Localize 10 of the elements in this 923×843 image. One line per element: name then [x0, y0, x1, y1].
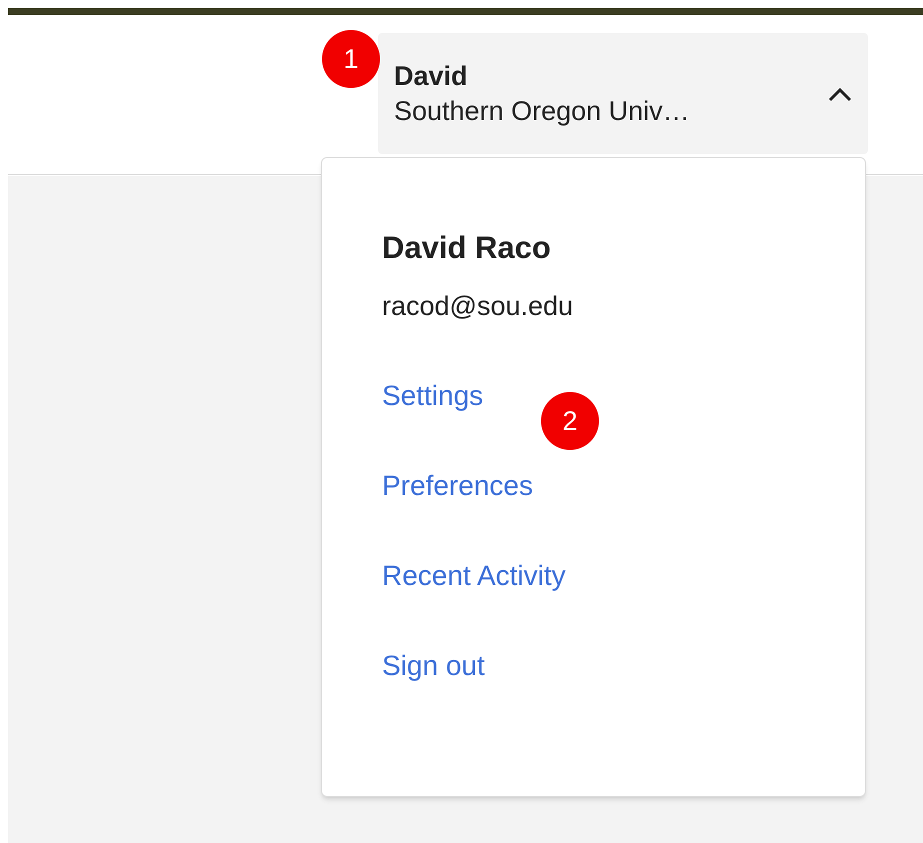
account-name: David: [394, 62, 469, 90]
menu-link[interactable]: Recent Activity: [382, 559, 566, 592]
full-name: David Raco: [382, 232, 552, 263]
account-button[interactable]: David Southern Oregon Univ…: [378, 33, 868, 154]
menu-link[interactable]: Settings: [382, 379, 484, 412]
menu-link[interactable]: Sign out: [382, 649, 485, 682]
organization-name: Southern Oregon Univ…: [394, 98, 691, 124]
email-address: racod@sou.edu: [382, 293, 574, 320]
annotation-badge: 1: [322, 30, 380, 88]
menu-link[interactable]: Preferences: [382, 469, 533, 502]
